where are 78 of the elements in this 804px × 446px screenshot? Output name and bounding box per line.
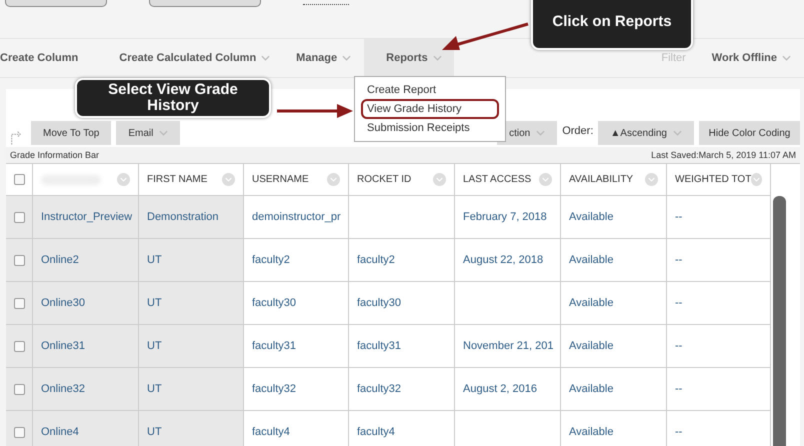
chevron-circle-icon[interactable] — [222, 173, 235, 186]
chevron-circle-icon[interactable] — [433, 173, 446, 186]
menu-item[interactable]: Manage — [283, 52, 364, 64]
table-cell: demoinstructor_pr — [244, 196, 349, 239]
table-cell: Instructor_Preview — [33, 196, 139, 239]
order-label: Order: — [562, 125, 594, 139]
table-cell: -- — [667, 411, 771, 446]
table-cell: faculty32 — [244, 368, 349, 411]
table-cell: faculty2 — [349, 239, 455, 282]
menu-item[interactable]: Reports — [364, 39, 454, 77]
top-button[interactable] — [149, 0, 261, 7]
dropdown-item[interactable]: View Grade History — [361, 99, 499, 119]
table-cell: UT — [139, 368, 244, 411]
menu-item[interactable]: Create Column — [0, 52, 92, 64]
checkbox[interactable] — [14, 174, 24, 185]
table-cell: August 22, 2018 — [455, 239, 561, 282]
checkbox[interactable] — [14, 384, 24, 394]
menu-item[interactable]: Create Calculated Column — [106, 52, 284, 64]
table-cell: Online32 — [33, 368, 139, 411]
callout: Select View Grade History — [75, 78, 271, 118]
callout: Click on Reports — [531, 0, 693, 50]
info-bar-title: Grade Information Bar — [10, 150, 100, 160]
top-button[interactable] — [5, 0, 107, 7]
table-cell: Available — [561, 411, 667, 446]
table-cell: Available — [561, 325, 667, 368]
table-cell: faculty4 — [244, 411, 349, 446]
chevron-circle-icon[interactable] — [117, 173, 130, 186]
table-cell: UT — [139, 411, 244, 446]
table-cell: Available — [561, 196, 667, 239]
table-cell: UT — [139, 325, 244, 368]
table-cell: Online4 — [33, 411, 139, 446]
table-cell: Available — [561, 368, 667, 411]
last-saved-text: Last Saved:March 5, 2019 11:07 AM — [651, 150, 796, 160]
column-header[interactable]: LAST ACCESS — [463, 174, 532, 185]
hide-color-coding-button[interactable]: Hide Color Coding — [699, 121, 800, 145]
table-cell: Online31 — [33, 325, 139, 368]
dropdown-item[interactable]: Create Report — [355, 81, 505, 99]
chevron-circle-icon[interactable] — [751, 173, 762, 186]
table-cell: -- — [667, 282, 771, 325]
table-cell: -- — [667, 368, 771, 411]
table-cell: Demonstration — [139, 196, 244, 239]
table-cell: November 21, 201 — [455, 325, 561, 368]
table-cell: faculty30 — [244, 282, 349, 325]
table-cell: August 2, 2016 — [455, 368, 561, 411]
table-cell: Available — [561, 239, 667, 282]
checkbox[interactable] — [14, 340, 24, 352]
table-cell: faculty30 — [349, 282, 455, 325]
scrollbar[interactable] — [773, 196, 786, 446]
table-cell: faculty32 — [349, 368, 455, 411]
checkbox[interactable] — [14, 426, 24, 438]
toolbar-button[interactable]: Move To Top — [31, 121, 112, 145]
column-header[interactable]: USERNAME — [252, 174, 309, 185]
table-cell: -- — [667, 239, 771, 282]
chevron-circle-icon[interactable] — [645, 173, 658, 186]
table-cell: faculty2 — [244, 239, 349, 282]
table-cell: Available — [561, 282, 667, 325]
table-cell: UT — [139, 282, 244, 325]
checkbox[interactable] — [14, 298, 24, 308]
table-cell: -- — [667, 196, 771, 239]
table-cell: UT — [139, 239, 244, 282]
table-cell: faculty31 — [244, 325, 349, 368]
table-cell: faculty31 — [349, 325, 455, 368]
column-header[interactable]: FIRST NAME — [147, 174, 208, 185]
chevron-circle-icon[interactable] — [327, 173, 340, 186]
column-header[interactable]: WEIGHTED TOT — [675, 174, 752, 185]
table-cell: -- — [667, 325, 771, 368]
table-cell: Online2 — [33, 239, 139, 282]
column-header[interactable]: AVAILABILITY — [569, 174, 634, 185]
checkbox[interactable] — [14, 212, 24, 222]
table-cell: Online30 — [33, 282, 139, 325]
table-cell: February 7, 2018 — [455, 196, 561, 239]
column-header[interactable]: ROCKET ID — [357, 174, 412, 185]
menu-item[interactable]: Work Offline — [698, 52, 804, 64]
toolbar-button[interactable]: Email — [116, 121, 180, 145]
sort-button[interactable]: ▲Ascending — [598, 121, 694, 145]
checkbox[interactable] — [14, 254, 24, 266]
chevron-circle-icon[interactable] — [539, 173, 552, 186]
table-cell: faculty4 — [349, 411, 455, 446]
